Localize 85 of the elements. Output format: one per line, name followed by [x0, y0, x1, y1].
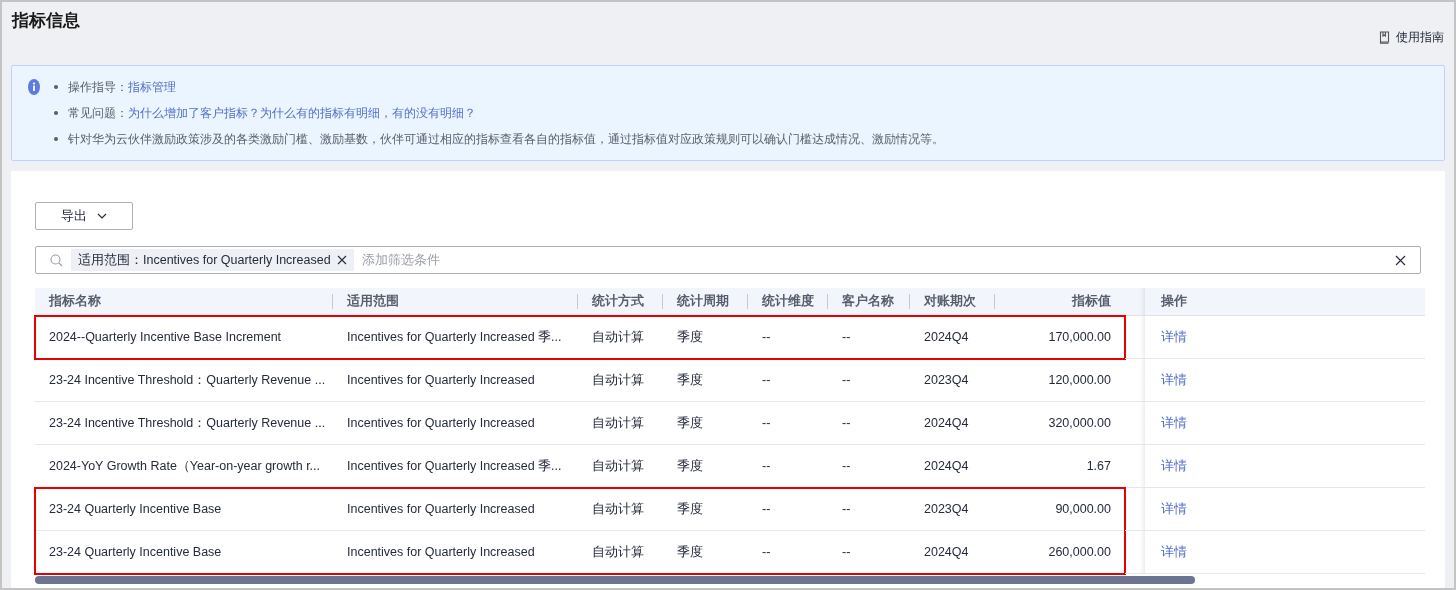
column-header: 指标名称 [49, 293, 101, 311]
table-cell-text: Incentives for Quarterly Increased [347, 371, 535, 389]
table-cell-text: 2024Q4 [924, 328, 969, 346]
details-link[interactable]: 详情 [1161, 456, 1187, 476]
table-cell-text: -- [842, 457, 851, 475]
table-cell-text: 90,000.00 [1055, 500, 1111, 518]
table-cell-text: 320,000.00 [1048, 414, 1111, 432]
table-cell-text: -- [762, 543, 771, 561]
table-cell-text: Incentives for Quarterly Increased 季... [347, 457, 562, 475]
column-header: 操作 [1161, 293, 1187, 311]
table-cell-text: -- [762, 414, 771, 432]
details-link[interactable]: 详情 [1161, 413, 1187, 433]
column-header: 统计维度 [762, 292, 814, 311]
table-cell-text: 季度 [677, 500, 703, 518]
table-cell-text: -- [842, 543, 851, 561]
table-cell-text: Incentives for Quarterly Increased [347, 543, 535, 561]
book-icon [1379, 30, 1390, 44]
table-cell-text: 2024Q4 [924, 457, 969, 475]
bullet-icon [54, 137, 58, 141]
table-cell-text: 自动计算 [592, 414, 644, 432]
details-link[interactable]: 详情 [1161, 370, 1187, 390]
table-cell-text: 自动计算 [592, 371, 644, 389]
table-cell-text: 170,000.00 [1048, 328, 1111, 346]
notice-text: 针对华为云伙伴激励政策涉及的各类激励门槛、激励基数，伙伴可通过相应的指标查看各自的指标值，通过指标值对应政策规则可以确认门槛达成情况、激励情况等。 [68, 131, 944, 148]
table-cell-text: -- [762, 371, 771, 389]
table-cell-text: 23-24 Quarterly Incentive Base [49, 500, 222, 518]
filter-chip[interactable]: 适用范围：Incentives for Quarterly Increased [71, 249, 354, 271]
table-cell-text: 自动计算 [592, 500, 644, 518]
table-cell-text: 季度 [677, 328, 703, 346]
table-cell-text: -- [842, 414, 851, 432]
bullet-icon [54, 111, 58, 115]
column-header: 客户名称 [842, 292, 894, 311]
table-cell-text: 23-24 Incentive Threshold：Quarterly Revenue ... [49, 371, 326, 389]
filter-field[interactable]: 适用范围：Incentives for Quarterly Increased 添加筛选条件 [35, 246, 1421, 274]
column-header: 统计周期 [677, 293, 729, 311]
details-link[interactable]: 详情 [1161, 542, 1187, 562]
caret-icon [97, 213, 107, 219]
table-cell-text: 120,000.00 [1048, 371, 1111, 389]
page-title: 指标信息 [12, 10, 80, 32]
table-cell-text: -- [762, 500, 771, 518]
column-header: 适用范围 [347, 293, 399, 311]
clear-icon[interactable] [1395, 254, 1406, 266]
scrollbar-thumb[interactable] [35, 576, 1195, 584]
table-cell-text: -- [842, 371, 851, 389]
details-link[interactable]: 详情 [1161, 327, 1187, 347]
table-cell-text: 自动计算 [592, 543, 644, 561]
notice-text: 常见问题： [68, 105, 128, 122]
column-header: 统计方式 [592, 292, 644, 311]
filter-input[interactable]: 添加筛选条件 [361, 250, 1387, 270]
table-cell-text: 23-24 Quarterly Incentive Base [49, 543, 222, 561]
table-cell-text: 季度 [677, 371, 703, 389]
table-cell-text: 2024Q4 [924, 543, 969, 561]
notice-text: 操作指导： [68, 79, 128, 96]
table-cell-text: 2023Q4 [924, 500, 969, 518]
details-link[interactable]: 详情 [1161, 499, 1187, 519]
table-cell-text: Incentives for Quarterly Increased [347, 414, 535, 432]
export-button[interactable]: 导出 [35, 202, 133, 230]
table-cell-text: -- [762, 457, 771, 475]
table-cell-text: 2023Q4 [924, 371, 969, 389]
info-icon [28, 79, 40, 95]
table-cell-text: 自动计算 [592, 328, 644, 346]
table-cell-text: 2024--Quarterly Incentive Base Increment [49, 328, 282, 346]
table-cell-text: 季度 [677, 543, 703, 561]
column-header: 对账期次 [924, 293, 976, 311]
table-cell-text: 自动计算 [592, 457, 644, 475]
search-icon [50, 253, 63, 267]
chip-label: 适用范围：Incentives for Quarterly Increased [78, 251, 331, 269]
table-cell-text: 260,000.00 [1048, 543, 1111, 561]
table-cell-text: Incentives for Quarterly Increased [347, 500, 535, 518]
table-cell-text: Incentives for Quarterly Increased 季... [347, 328, 562, 346]
bullet-icon [54, 85, 58, 89]
table-cell-text: -- [762, 328, 771, 346]
table-cell-text: 季度 [677, 414, 703, 432]
table-cell-text: -- [842, 328, 851, 346]
notice-link[interactable]: 指标管理 [128, 78, 176, 96]
table-cell-text: 2024-YoY Growth Rate（Year-on-year growth r... [49, 457, 321, 475]
table-cell-text: -- [842, 500, 851, 518]
table-cell-text: 季度 [677, 457, 703, 475]
table-cell-text: 1.67 [1086, 457, 1111, 475]
close-icon[interactable] [336, 255, 347, 265]
guide-link[interactable]: 使用指南 [1379, 28, 1444, 46]
notice-link[interactable]: 为什么增加了客户指标？为什么有的指标有明细，有的没有明细？ [128, 104, 476, 122]
table-cell-text: 2024Q4 [924, 414, 969, 432]
column-header: 指标值 [1072, 293, 1111, 311]
table-cell-text: 23-24 Incentive Threshold：Quarterly Revenue ... [49, 414, 326, 432]
